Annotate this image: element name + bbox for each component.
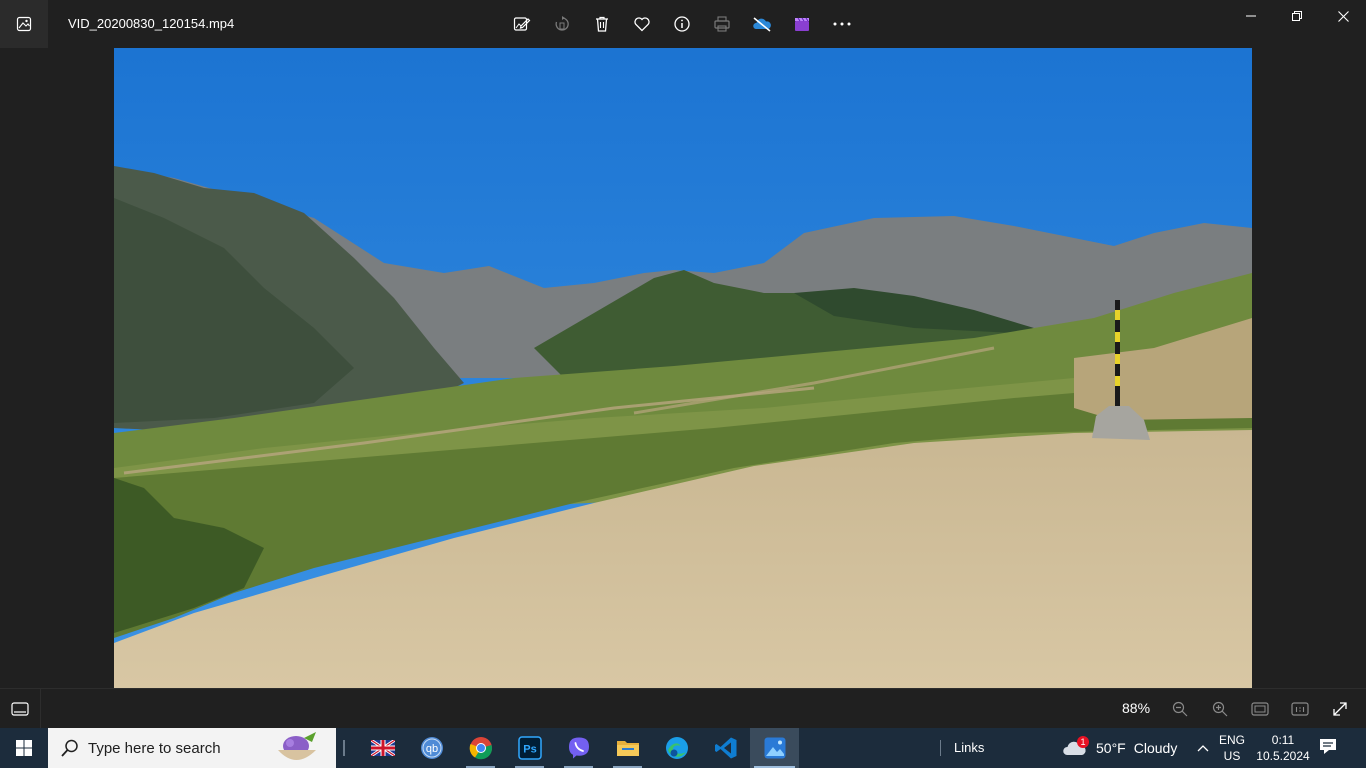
- fullscreen-button[interactable]: [1320, 689, 1360, 729]
- taskbar-qbittorrent[interactable]: qb: [407, 728, 456, 768]
- uk-flag-icon: [370, 740, 395, 756]
- edge-icon: [665, 737, 688, 759]
- more-icon: [833, 22, 851, 26]
- show-hidden-icons-button[interactable]: [1196, 738, 1210, 763]
- actual-size-icon: [1291, 702, 1309, 716]
- search-icon: [61, 739, 78, 757]
- folder-icon: [616, 741, 639, 756]
- rotate-icon: [555, 16, 569, 31]
- close-icon: [1337, 10, 1349, 22]
- viber-icon: [568, 737, 589, 759]
- video-editor-button[interactable]: [782, 4, 822, 44]
- taskbar-edge[interactable]: [652, 728, 701, 768]
- weather-widget[interactable]: 50°F Cloudy: [1062, 728, 1177, 768]
- links-toolbar[interactable]: Links: [954, 740, 984, 755]
- photoshop-icon: Ps: [517, 736, 542, 760]
- photos-app-icon[interactable]: [0, 0, 48, 48]
- onedrive-button[interactable]: [742, 4, 782, 44]
- notification-icon: [1320, 739, 1336, 754]
- input-language-indicator[interactable]: ENG US: [1216, 732, 1248, 764]
- zoom-out-icon: [1172, 701, 1188, 717]
- taskbar-language-flag[interactable]: [358, 728, 407, 768]
- chrome-icon: [469, 737, 492, 760]
- actual-size-button[interactable]: [1280, 689, 1320, 729]
- edit-image-button[interactable]: [502, 4, 542, 44]
- taskbar: Type here to search qb Ps Links 50°F Clo…: [0, 728, 1366, 768]
- delete-button[interactable]: [582, 4, 622, 44]
- taskbar-photos[interactable]: [750, 728, 799, 768]
- fruit-bowl-icon: [278, 732, 316, 760]
- minimize-icon: [1246, 15, 1256, 17]
- taskbar-photoshop[interactable]: Ps: [505, 728, 554, 768]
- qbittorrent-icon: qb: [420, 737, 443, 759]
- weather-condition: Cloudy: [1133, 740, 1178, 756]
- fit-to-window-button[interactable]: [1240, 689, 1280, 729]
- toolbar: [502, 4, 862, 44]
- start-button[interactable]: [0, 728, 48, 768]
- info-button[interactable]: [662, 4, 702, 44]
- rotate-button[interactable]: [542, 4, 582, 44]
- vscode-icon: [714, 737, 736, 759]
- search-placeholder: Type here to search: [88, 740, 221, 757]
- fit-window-icon: [1251, 702, 1269, 716]
- chevron-up-icon: [1197, 745, 1209, 752]
- window-title: VID_20200830_120154.mp4: [68, 16, 235, 31]
- trash-icon: [596, 16, 608, 32]
- zoom-in-button[interactable]: [1200, 689, 1240, 729]
- pinned-apps: qb Ps: [358, 728, 799, 768]
- restore-icon: [1292, 11, 1302, 21]
- minimize-button[interactable]: [1228, 0, 1274, 32]
- svg-text:Ps: Ps: [523, 744, 536, 756]
- more-button[interactable]: [822, 4, 862, 44]
- weather-alert-badge: 1: [1077, 736, 1089, 748]
- favorite-button[interactable]: [622, 4, 662, 44]
- cloud-off-icon: [753, 17, 771, 32]
- heart-icon: [634, 17, 650, 32]
- svg-text:qb: qb: [425, 743, 437, 755]
- media-viewer[interactable]: [0, 48, 1366, 688]
- print-button[interactable]: [702, 4, 742, 44]
- zoom-in-icon: [1212, 701, 1228, 717]
- window-controls: [1228, 0, 1366, 32]
- bottom-bar: 88%: [0, 688, 1366, 729]
- windows-logo-icon: [16, 740, 32, 756]
- taskbar-file-explorer[interactable]: [603, 728, 652, 768]
- clock-time: 0:11: [1271, 733, 1295, 747]
- taskbar-chrome[interactable]: [456, 728, 505, 768]
- clock-date: 10.5.2024: [1256, 749, 1310, 763]
- restore-button[interactable]: [1274, 0, 1320, 32]
- action-center-button[interactable]: [1318, 736, 1338, 761]
- filmstrip-button[interactable]: [0, 689, 41, 729]
- taskbar-vscode[interactable]: [701, 728, 750, 768]
- taskbar-viber[interactable]: [554, 728, 603, 768]
- filmstrip-icon: [11, 702, 29, 716]
- keyboard-layout: US: [1223, 749, 1241, 763]
- taskbar-search[interactable]: Type here to search: [48, 728, 336, 768]
- weather-temperature: 50°F: [1096, 740, 1126, 756]
- clapper-icon: [795, 17, 809, 31]
- video-frame[interactable]: [114, 48, 1252, 688]
- toolbar-separator: [940, 740, 942, 756]
- taskbar-clock[interactable]: 0:11 10.5.2024: [1252, 732, 1314, 764]
- zoom-out-button[interactable]: [1160, 689, 1200, 729]
- zoom-level: 88%: [1122, 700, 1151, 716]
- photos-icon: [764, 737, 785, 759]
- taskbar-separator: [343, 740, 345, 756]
- printer-icon: [714, 16, 730, 32]
- edit-image-icon: [513, 17, 531, 31]
- language-code: ENG: [1218, 733, 1245, 747]
- info-icon: [674, 16, 690, 32]
- title-bar: VID_20200830_120154.mp4: [0, 0, 1366, 48]
- expand-icon: [1333, 702, 1347, 716]
- close-button[interactable]: [1320, 0, 1366, 32]
